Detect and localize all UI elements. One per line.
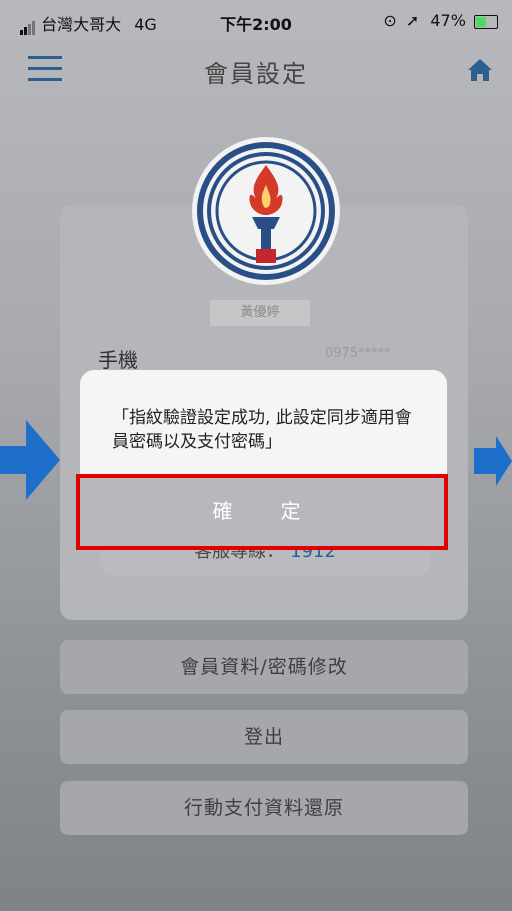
location-icon: ➚ (405, 11, 420, 30)
home-icon[interactable] (466, 56, 494, 84)
logout-button[interactable]: 登出 (60, 710, 468, 764)
member-name: 黃優婷 (210, 300, 310, 326)
status-bar: 台灣大哥大 4G 下午2:00 ⊙ ➚ 47% (0, 0, 512, 40)
dialog-message: 「指紋驗證設定成功, 此設定同步適用會員密碼以及支付密碼」 (112, 408, 412, 452)
phone-label: 手機 (98, 348, 138, 372)
app-header: 會員設定 (0, 40, 512, 100)
app-screen: 台灣大哥大 4G 下午2:00 ⊙ ➚ 47% 會員設定 黃優婷 手機 0975… (0, 0, 512, 911)
arrow-right-icon (474, 436, 512, 486)
highlight-box (76, 474, 448, 550)
battery-percent: 47% (430, 11, 466, 30)
page-title: 會員設定 (204, 60, 308, 88)
phone-value: 0975***** (325, 346, 391, 361)
status-right: ⊙ ➚ 47% (383, 11, 498, 30)
alarm-icon: ⊙ (383, 11, 397, 30)
battery-icon (474, 14, 498, 29)
edit-profile-button[interactable]: 會員資料/密碼修改 (60, 640, 468, 694)
restore-payment-button[interactable]: 行動支付資料還原 (60, 781, 468, 835)
arrow-right-icon (0, 420, 60, 500)
torch-logo-icon (192, 137, 340, 285)
